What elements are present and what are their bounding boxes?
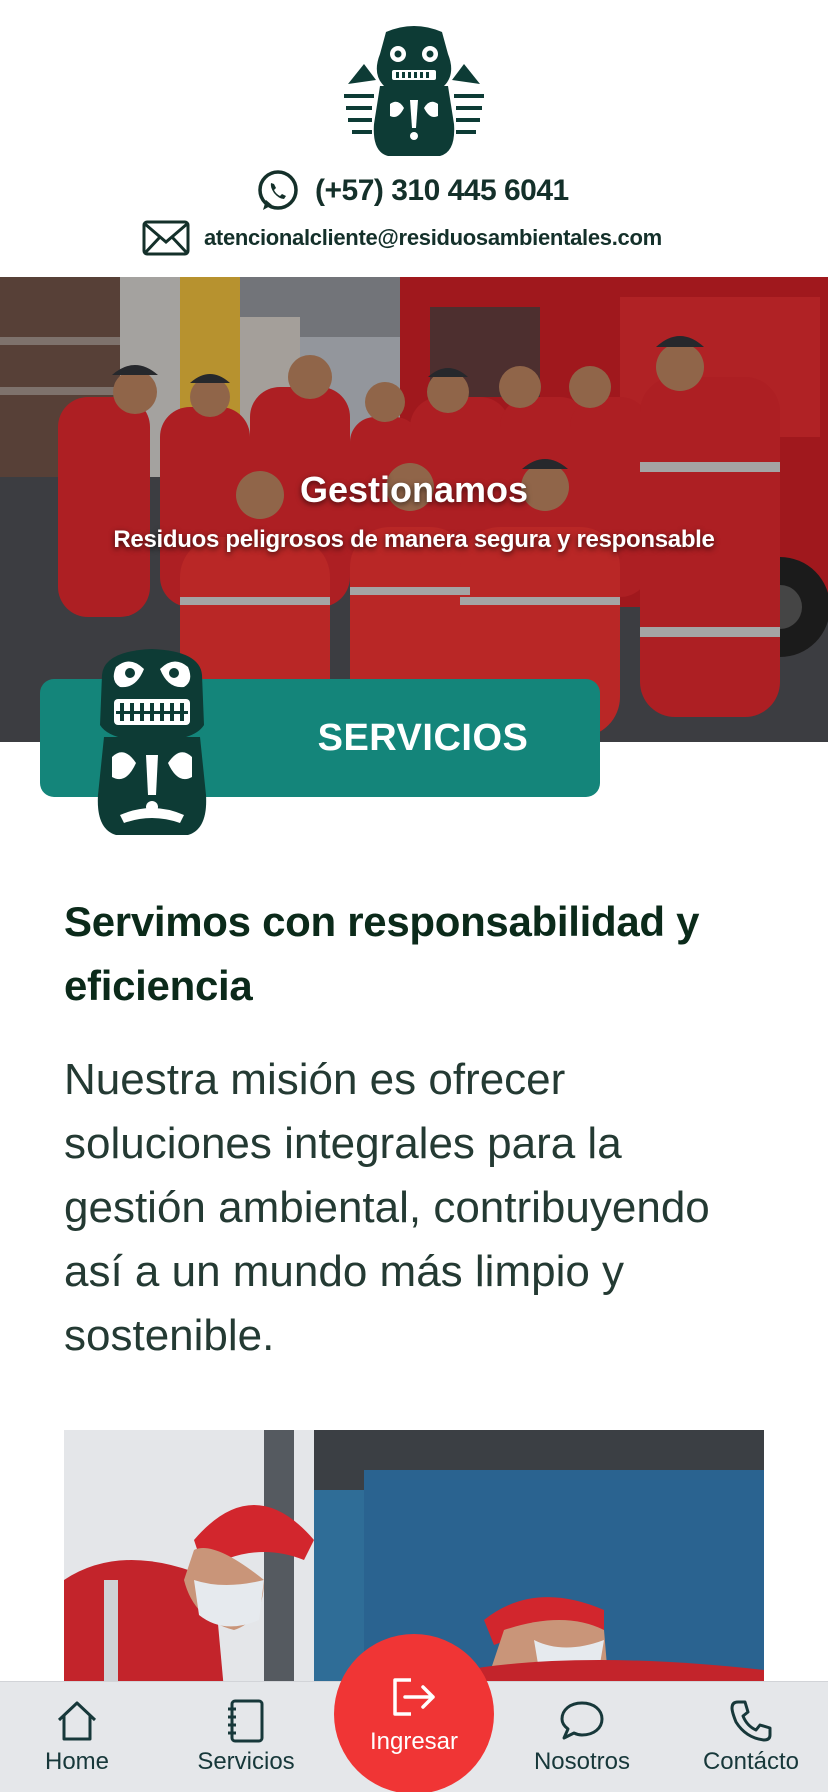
chat-bubble-icon: [560, 1701, 604, 1740]
email-contact[interactable]: atencionalcliente@residuosambientales.co…: [142, 220, 662, 256]
login-label: Ingresar: [369, 1728, 459, 1755]
totem-mascot-icon: [97, 649, 207, 835]
login-icon: [393, 1678, 435, 1716]
home-icon: [57, 1701, 97, 1741]
nav-servicios-label: Servicios: [197, 1748, 295, 1775]
totem-logo-icon[interactable]: [344, 24, 484, 158]
phone-contact[interactable]: (+57) 310 445 6041: [255, 168, 569, 214]
nav-nosotros[interactable]: Nosotros: [527, 1682, 637, 1792]
section-heading: Servimos con responsabilidad y eficienci…: [64, 898, 700, 1009]
nav-contacto-label: Contácto: [702, 1748, 800, 1775]
mission-text: Nuestra misión es ofrecer soluciones int…: [64, 1055, 710, 1360]
whatsapp-icon: [258, 170, 298, 210]
email-address[interactable]: atencionalcliente@residuosambientales.co…: [204, 225, 662, 251]
nav-home-label: Home: [44, 1748, 110, 1775]
services-label[interactable]: SERVICIOS: [246, 679, 600, 797]
hero-subtitle: Residuos peligrosos de manera segura y r…: [113, 526, 715, 553]
login-button[interactable]: Ingresar: [334, 1634, 494, 1792]
phone-icon: [730, 1700, 772, 1742]
hero-title: Gestionamos: [299, 469, 529, 510]
site-header: (+57) 310 445 6041 atencionalcliente@res…: [0, 0, 828, 277]
notebook-icon: [228, 1699, 264, 1743]
nav-nosotros-label: Nosotros: [533, 1748, 631, 1775]
nav-home[interactable]: Home: [27, 1682, 127, 1792]
mail-icon: [142, 220, 190, 256]
nav-servicios[interactable]: Servicios: [186, 1682, 306, 1792]
phone-number[interactable]: (+57) 310 445 6041: [315, 174, 569, 208]
nav-contacto[interactable]: Contácto: [695, 1682, 807, 1792]
